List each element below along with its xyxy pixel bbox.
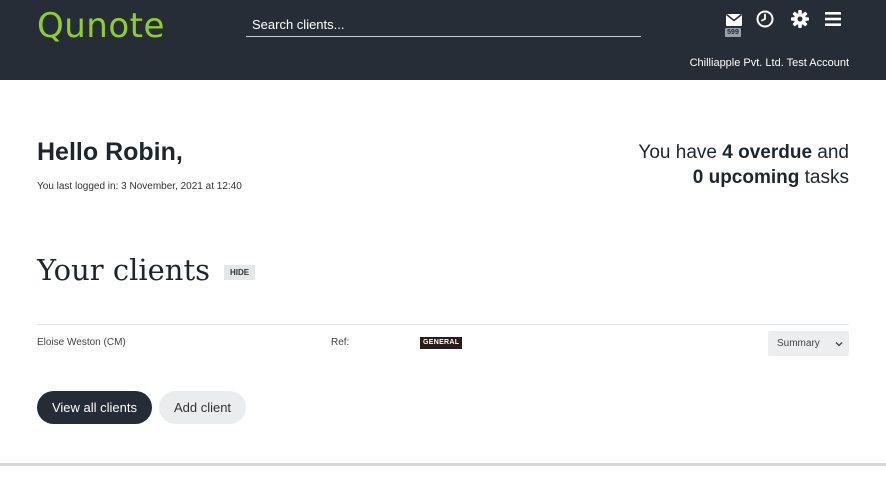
client-ref-label: Ref: (331, 337, 350, 348)
task-summary: You have 4 overdue and 0 upcoming tasks (638, 140, 849, 190)
task-prefix-text: You have (638, 142, 723, 163)
clock-icon[interactable] (756, 10, 778, 32)
top-navigation-bar: Qunote Search clients... 599 Chilliapple… (0, 0, 886, 80)
account-name[interactable]: Chilliapple Pvt. Ltd. Test Account (690, 57, 849, 69)
mail-count-badge: 599 (725, 28, 741, 37)
greeting-heading: Hello Robin, (37, 138, 183, 166)
chevron-down-icon (835, 342, 843, 347)
qunote-logo[interactable]: Qunote (37, 6, 165, 46)
gear-icon[interactable] (791, 10, 813, 32)
search-clients-input[interactable] (246, 12, 641, 36)
client-tag: GENERAL (420, 337, 463, 349)
client-view-select[interactable]: Summary (768, 331, 849, 356)
hamburger-menu-icon[interactable] (825, 10, 847, 32)
search-bar (246, 12, 641, 37)
add-client-button[interactable]: Add client (159, 391, 246, 424)
upcoming-count[interactable]: 0 upcoming (693, 167, 800, 188)
client-name[interactable]: Eloise Weston (CM) (37, 337, 126, 348)
last-login-text: You last logged in: 3 November, 2021 at … (37, 181, 242, 192)
client-view-selected: Summary (777, 338, 820, 349)
task-and-text: and (812, 142, 849, 163)
task-summary-line-2: 0 upcoming tasks (638, 165, 849, 190)
task-suffix-text: tasks (799, 167, 849, 188)
your-clients-heading: Your clients (37, 253, 211, 287)
task-summary-line-1: You have 4 overdue and (638, 140, 849, 165)
client-list-divider (37, 324, 849, 325)
client-row: Eloise Weston (CM) Ref: GENERAL Summary (37, 330, 849, 358)
footer-divider (0, 463, 886, 466)
hide-clients-button[interactable]: HIDE (224, 265, 255, 280)
overdue-count[interactable]: 4 overdue (722, 142, 812, 163)
view-all-clients-button[interactable]: View all clients (37, 391, 152, 424)
